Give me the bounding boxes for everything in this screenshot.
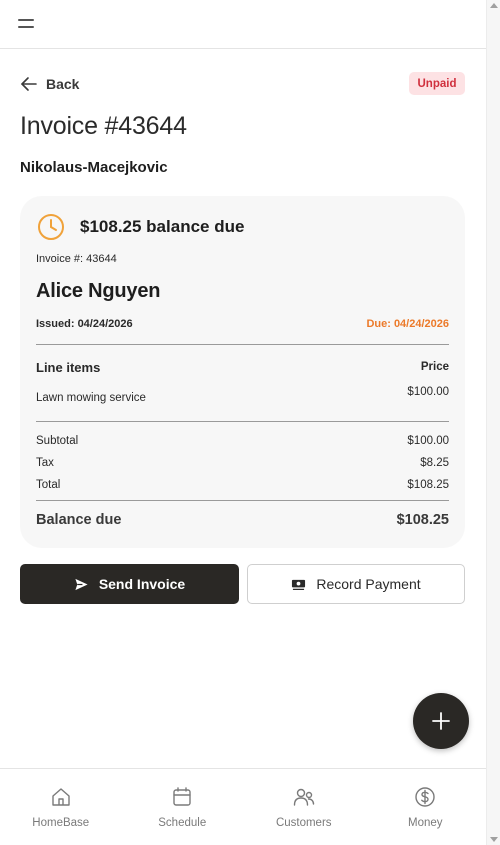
balance-due-value: $108.25 bbox=[396, 512, 449, 528]
nav-label-customers: Customers bbox=[275, 817, 332, 829]
nav-item-customers[interactable]: Customers bbox=[243, 769, 365, 845]
tax-label: Tax bbox=[36, 457, 54, 469]
page-title: Invoice #43644 bbox=[20, 112, 187, 140]
balance-due-label: Balance due bbox=[36, 512, 122, 528]
total-row: Total $108.25 bbox=[36, 479, 449, 491]
due-date: Due: 04/24/2026 bbox=[366, 318, 449, 330]
subtotal-label: Subtotal bbox=[36, 435, 79, 447]
invoice-number: Invoice #: 43644 bbox=[36, 253, 117, 265]
scroll-down-arrow-icon[interactable] bbox=[490, 837, 498, 842]
arrow-left-icon bbox=[21, 77, 37, 91]
price-header: Price bbox=[420, 361, 449, 373]
send-invoice-button[interactable]: Send Invoice bbox=[20, 564, 239, 604]
balance-due-row: Balance due $108.25 bbox=[36, 512, 449, 528]
calendar-icon bbox=[173, 787, 191, 806]
divider bbox=[36, 500, 449, 501]
top-bar bbox=[0, 0, 486, 49]
status-badge: Unpaid bbox=[409, 72, 465, 95]
record-payment-button[interactable]: Record Payment bbox=[247, 564, 465, 604]
nav-item-homebase[interactable]: HomeBase bbox=[0, 769, 122, 845]
tax-row: Tax $8.25 bbox=[36, 457, 449, 469]
add-fab-button[interactable] bbox=[413, 693, 469, 749]
dollar-icon bbox=[415, 787, 435, 807]
page-scrollbar[interactable] bbox=[486, 0, 500, 845]
nav-item-money[interactable]: Money bbox=[365, 769, 487, 845]
subtotal-row: Subtotal $100.00 bbox=[36, 435, 449, 447]
nav-item-schedule[interactable]: Schedule bbox=[122, 769, 244, 845]
total-label: Total bbox=[36, 479, 61, 491]
line-item-price: $100.00 bbox=[407, 386, 449, 398]
invoice-number-value: 43644 bbox=[86, 253, 117, 265]
home-icon bbox=[52, 788, 70, 806]
back-button[interactable]: Back bbox=[20, 74, 79, 94]
company-name: Nikolaus-Macejkovic bbox=[20, 159, 168, 176]
back-label: Back bbox=[46, 76, 80, 92]
balance-due-heading: $108.25 balance due bbox=[80, 217, 245, 236]
plus-icon bbox=[432, 712, 450, 730]
customers-icon bbox=[293, 788, 314, 806]
send-invoice-label: Send Invoice bbox=[98, 576, 186, 592]
divider bbox=[36, 344, 449, 345]
nav-label-homebase: HomeBase bbox=[32, 817, 90, 829]
divider bbox=[36, 421, 449, 422]
invoice-card: $108.25 balance due Invoice #: 43644 Alic… bbox=[20, 196, 465, 548]
record-payment-label: Record Payment bbox=[316, 576, 421, 592]
line-item-name: Lawn mowing service bbox=[36, 392, 146, 404]
subtotal-value: $100.00 bbox=[407, 435, 449, 447]
total-value: $108.25 bbox=[407, 479, 449, 491]
payment-icon bbox=[292, 579, 306, 590]
line-items-header: Line items bbox=[36, 360, 101, 375]
tax-value: $8.25 bbox=[420, 457, 449, 469]
nav-label-money: Money bbox=[407, 817, 443, 829]
issued-date: Issued: 04/24/2026 bbox=[36, 318, 133, 330]
bottom-navigation: HomeBase Schedule Customers Money bbox=[0, 768, 486, 845]
invoice-number-label: Invoice #: bbox=[36, 253, 84, 265]
send-icon bbox=[75, 578, 88, 590]
clock-icon bbox=[38, 214, 64, 240]
nav-label-schedule: Schedule bbox=[158, 817, 207, 829]
hamburger-menu-icon[interactable] bbox=[18, 17, 36, 31]
customer-name: Alice Nguyen bbox=[36, 280, 161, 302]
scroll-up-arrow-icon[interactable] bbox=[490, 3, 498, 8]
